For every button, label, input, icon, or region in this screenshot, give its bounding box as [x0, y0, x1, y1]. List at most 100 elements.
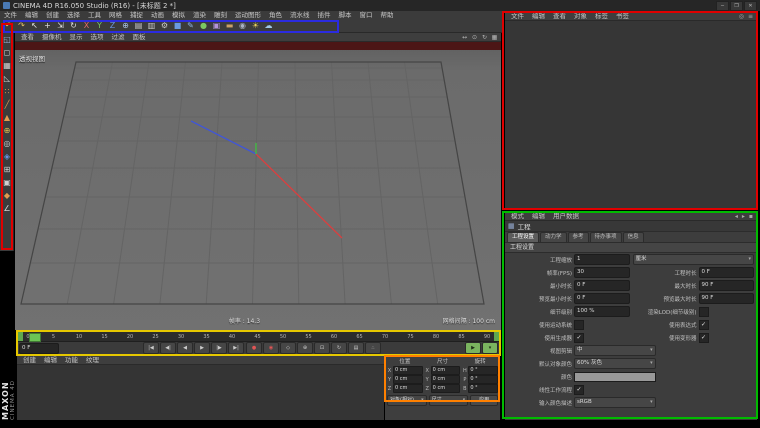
minimize-button[interactable]: ─	[716, 1, 729, 11]
subdivision-surface-icon[interactable]: ●	[197, 20, 210, 32]
add-spline-icon[interactable]: ✎	[184, 20, 197, 32]
menu-3[interactable]: 选择	[63, 11, 84, 20]
viewport-menu-5[interactable]: 面板	[129, 33, 150, 42]
viewport-menu-4[interactable]: 过滤	[108, 33, 129, 42]
view-clipping-dropdown[interactable]: 中▾	[574, 345, 656, 356]
mat-menu-1[interactable]: 编辑	[40, 356, 61, 365]
om-search-icon[interactable]: ◎	[737, 13, 746, 20]
attr-tab-2[interactable]: 参考	[568, 232, 589, 242]
timeline-ruler[interactable]: 051015202530354045505560657075808590	[17, 331, 500, 342]
coordinate-system-icon[interactable]: ⊕	[119, 20, 132, 32]
attr-tab-0[interactable]: 工程设置	[507, 232, 539, 242]
menu-13[interactable]: 流水线	[286, 11, 314, 20]
mat-menu-0[interactable]: 创建	[19, 356, 40, 365]
om-menu-2[interactable]: 查看	[549, 12, 570, 21]
coord-field-2-P[interactable]: 0 °	[468, 375, 498, 384]
object-list[interactable]	[505, 21, 757, 210]
array-generator-icon[interactable]: ▣	[210, 20, 223, 32]
menu-9[interactable]: 渲染	[189, 11, 210, 20]
menu-15[interactable]: 脚本	[335, 11, 356, 20]
preview-range-start-handle[interactable]	[18, 332, 23, 341]
prev-key-button[interactable]: ◀|	[160, 342, 176, 354]
attr-tab-4[interactable]: 信息	[623, 232, 644, 242]
record-pla-button[interactable]: ∴	[365, 342, 381, 354]
mat-menu-2[interactable]: 功能	[61, 356, 82, 365]
menu-16[interactable]: 窗口	[356, 11, 377, 20]
make-editable-icon[interactable]: ◱	[0, 33, 14, 46]
record-keyframe-button[interactable]: ●	[246, 342, 262, 354]
model-mode-icon[interactable]: ◻	[0, 46, 14, 59]
render-lod-check[interactable]	[699, 307, 709, 317]
polygons-mode-icon[interactable]: ▲	[0, 111, 14, 124]
om-menu-1[interactable]: 编辑	[528, 12, 549, 21]
live-selection-icon[interactable]: ↖	[28, 20, 41, 32]
playback-preview-button[interactable]: ▶	[465, 342, 481, 354]
quantize-icon[interactable]: ⊞	[0, 163, 14, 176]
move-tool-icon[interactable]: +	[41, 20, 54, 32]
pan-view-icon[interactable]: ↔	[460, 34, 469, 41]
menu-12[interactable]: 角色	[265, 11, 286, 20]
record-position-button[interactable]: ⊕	[297, 342, 313, 354]
level-of-detail-field[interactable]: 100 %	[574, 306, 630, 317]
render-view-icon[interactable]: ▤	[132, 20, 145, 32]
coord-field-2-H[interactable]: 0 °	[468, 366, 498, 375]
am-menu-2[interactable]: 用户数据	[549, 212, 583, 221]
coord-mode-dropdown[interactable]: 对象(相对)▾	[387, 395, 427, 406]
lock-workplane-icon[interactable]: ▣	[0, 176, 14, 189]
rotate-view-icon[interactable]: ↻	[480, 34, 489, 41]
preview-min-time-field[interactable]: 0 F	[574, 293, 630, 304]
current-frame-field[interactable]: 0 F	[19, 343, 59, 354]
rotate-tool-icon[interactable]: ↻	[67, 20, 80, 32]
default-object-color-dropdown[interactable]: 60% 灰色▾	[574, 358, 656, 369]
current-frame-marker[interactable]	[29, 333, 41, 342]
play-forward-button[interactable]: ▶	[194, 342, 210, 354]
am-history-back-icon[interactable]: ◂	[733, 213, 740, 220]
measure-icon[interactable]: ∠	[0, 202, 14, 215]
menu-7[interactable]: 动画	[147, 11, 168, 20]
linear-workflow-check[interactable]: ✓	[574, 385, 584, 395]
viewport-canvas[interactable]: 透视视图 帧率 : 14.3 网格间隔 : 100 cm	[15, 42, 501, 330]
coord-field-0-Y[interactable]: 0 cm	[393, 375, 423, 384]
texture-mode-icon[interactable]: ▦	[0, 59, 14, 72]
magnet-icon[interactable]: ◆	[0, 189, 14, 202]
points-mode-icon[interactable]: ∷	[0, 85, 14, 98]
zoom-view-icon[interactable]: ⊙	[470, 34, 479, 41]
project-time-field[interactable]: 0 F	[699, 267, 755, 278]
goto-end-button[interactable]: ▶|	[228, 342, 244, 354]
min-time-field[interactable]: 0 F	[574, 280, 630, 291]
prev-frame-button[interactable]: ◀	[177, 342, 193, 354]
close-button[interactable]: ✕	[744, 1, 757, 11]
toggle-views-icon[interactable]: ▦	[490, 34, 499, 41]
viewport-menu-1[interactable]: 摄像机	[38, 33, 66, 42]
fps-field[interactable]: 30	[574, 267, 630, 278]
menu-10[interactable]: 雕刻	[210, 11, 231, 20]
menu-2[interactable]: 创建	[42, 11, 63, 20]
camera-object-icon[interactable]: ◉	[236, 20, 249, 32]
mat-menu-3[interactable]: 纹理	[82, 356, 103, 365]
maximize-button[interactable]: ❐	[730, 1, 743, 11]
sky-object-icon[interactable]: ☁	[262, 20, 275, 32]
viewport-menu-0[interactable]: 查看	[17, 33, 38, 42]
om-menu-icon[interactable]: ≡	[746, 13, 755, 20]
light-object-icon[interactable]: ☀	[249, 20, 262, 32]
coord-size-dropdown[interactable]: 尺寸▾	[429, 395, 469, 406]
coord-field-1-Y[interactable]: 0 cm	[431, 375, 461, 384]
viewport-menu-3[interactable]: 选项	[87, 33, 108, 42]
am-history-forward-icon[interactable]: ▸	[740, 213, 747, 220]
goto-start-button[interactable]: |◀	[143, 342, 159, 354]
snap-icon[interactable]: ◈	[0, 150, 14, 163]
preview-range-end-handle[interactable]	[494, 332, 499, 341]
project-scale-field[interactable]: 1	[574, 254, 630, 265]
coord-field-0-Z[interactable]: 0 cm	[393, 384, 423, 393]
menu-8[interactable]: 模拟	[168, 11, 189, 20]
autokeying-button[interactable]: ◉	[263, 342, 279, 354]
menu-14[interactable]: 插件	[314, 11, 335, 20]
redo-icon[interactable]: ↷	[15, 20, 28, 32]
attr-tab-3[interactable]: 待办事项	[590, 232, 622, 242]
coord-field-2-B[interactable]: 0 °	[468, 384, 498, 393]
attr-tab-1[interactable]: 动力学	[540, 232, 567, 242]
workplane-mode-icon[interactable]: ◺	[0, 72, 14, 85]
record-parameter-button[interactable]: ▤	[348, 342, 364, 354]
record-rotation-button[interactable]: ↻	[331, 342, 347, 354]
record-scale-button[interactable]: ⊡	[314, 342, 330, 354]
